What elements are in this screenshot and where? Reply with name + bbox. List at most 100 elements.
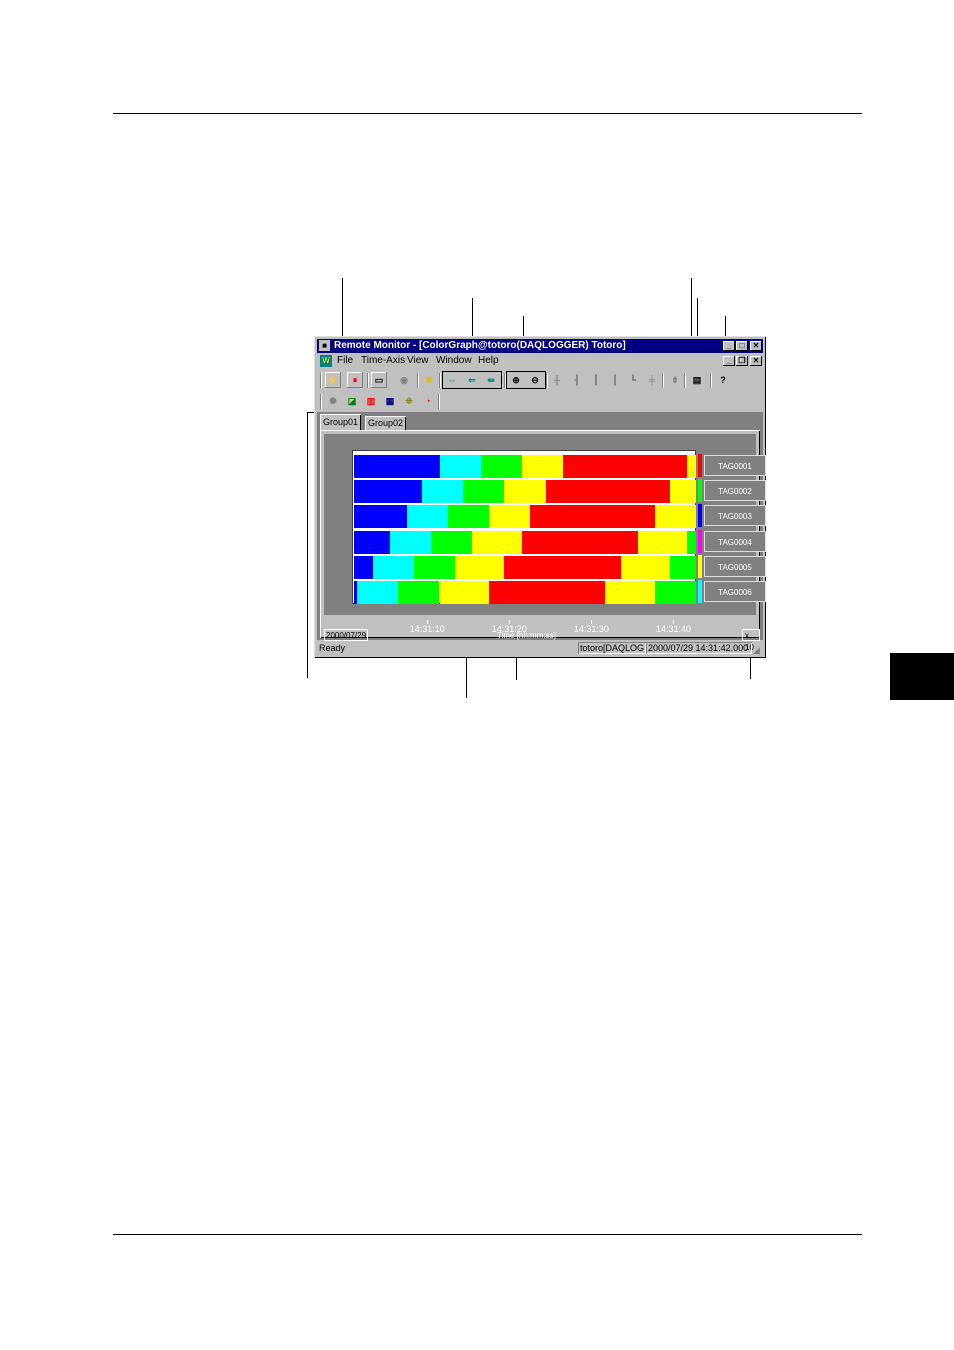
minimize-button[interactable]: _ bbox=[723, 341, 735, 351]
graph-area: TAG0001 TAG0002 TAG0003 TAG0004 TAG0005 TAG00… bbox=[324, 434, 766, 634]
graph-row bbox=[354, 555, 696, 579]
tag-label[interactable]: TAG0001 bbox=[704, 455, 766, 476]
zoom-out-icon[interactable]: ⊖ bbox=[527, 372, 543, 388]
scroll-icon[interactable]: ⇟ bbox=[667, 372, 683, 388]
top-rule bbox=[113, 113, 862, 114]
color-band bbox=[489, 581, 606, 604]
tab-group01[interactable]: Group01 bbox=[320, 414, 362, 430]
color-band bbox=[354, 555, 373, 579]
color-band bbox=[521, 455, 563, 478]
color-graph-icon[interactable]: ▥ bbox=[363, 393, 379, 409]
time-axis-3-icon[interactable]: ⇚ bbox=[483, 372, 499, 388]
graph-row bbox=[354, 455, 696, 478]
color-band bbox=[562, 455, 688, 478]
menu-help[interactable]: Help bbox=[478, 354, 499, 368]
leader-line bbox=[307, 412, 308, 678]
color-band bbox=[439, 581, 490, 604]
status-datetime: 2000/07/29 14:31:42.000 bbox=[646, 642, 752, 654]
color-band bbox=[504, 555, 621, 579]
color-band bbox=[354, 480, 423, 504]
color-band bbox=[620, 555, 671, 579]
toolbar-separator bbox=[546, 373, 548, 388]
settings-icon[interactable]: ◉ bbox=[396, 372, 412, 388]
color-band bbox=[605, 581, 655, 604]
toolbar-separator bbox=[710, 373, 712, 388]
cursor-5-icon[interactable]: ┗ bbox=[625, 372, 641, 388]
title-bar[interactable]: ■ Remote Monitor - [ColorGraph@totoro(DA… bbox=[317, 339, 763, 353]
color-band bbox=[687, 455, 696, 478]
cursor-2-icon[interactable]: ┨ bbox=[569, 372, 585, 388]
client-area: Group01 Group02 TAG0001 TAG0002 TAG0003 TAG… bbox=[317, 412, 766, 652]
cursor-4-icon[interactable]: ┃ bbox=[607, 372, 623, 388]
color-band bbox=[439, 455, 481, 478]
meter-icon[interactable]: ◔ bbox=[420, 393, 436, 409]
help-icon[interactable]: ? bbox=[715, 372, 731, 388]
time-axis-1-icon[interactable]: ⇔ bbox=[444, 372, 460, 388]
tag-label[interactable]: TAG0006 bbox=[704, 581, 766, 602]
toolbar-separator bbox=[438, 394, 440, 409]
tag-label[interactable]: TAG0003 bbox=[704, 505, 766, 527]
color-band bbox=[422, 480, 464, 504]
zoom-in-icon[interactable]: ⊕ bbox=[508, 372, 524, 388]
cursor-6-icon[interactable]: ╪ bbox=[644, 372, 660, 388]
toolbar-separator bbox=[439, 373, 441, 388]
color-band bbox=[354, 455, 440, 478]
tab-group02[interactable]: Group02 bbox=[365, 416, 407, 430]
close-button[interactable]: ✕ bbox=[750, 341, 762, 351]
color-band bbox=[354, 530, 390, 554]
cursor-1-icon[interactable]: ╫ bbox=[549, 372, 565, 388]
document-icon[interactable]: W bbox=[320, 355, 332, 367]
window-title: Remote Monitor - [ColorGraph@totoro(DAQL… bbox=[334, 340, 626, 351]
tag-color-marker bbox=[698, 554, 702, 578]
color-band bbox=[670, 555, 696, 579]
main-toolbar: ⚡ ⏸ ▭ ◉ ✸ ⇔ ⇐ ⇚ ⊕ ⊖ ╫ ┨ ┃ ┃ ┗ ╪ ⇟ ▤? bbox=[317, 370, 763, 390]
toolbar-separator bbox=[367, 373, 369, 388]
trend-graph-icon[interactable]: ◪ bbox=[344, 393, 360, 409]
menu-file[interactable]: File bbox=[337, 354, 353, 368]
color-band bbox=[489, 505, 531, 529]
color-band bbox=[372, 555, 414, 579]
print-icon[interactable]: ▤ bbox=[689, 372, 705, 388]
menu-window[interactable]: Window bbox=[436, 354, 472, 368]
section-tab-marker bbox=[890, 653, 954, 700]
color-band bbox=[670, 480, 696, 504]
time-axis-2-icon[interactable]: ⇐ bbox=[464, 372, 480, 388]
color-band bbox=[463, 480, 505, 504]
stop-icon[interactable]: ⏸ bbox=[347, 372, 363, 388]
burst-icon[interactable]: ✸ bbox=[421, 372, 437, 388]
color-band bbox=[480, 455, 522, 478]
start-icon[interactable]: ⚡ bbox=[325, 372, 341, 388]
maximize-button[interactable]: □ bbox=[736, 341, 748, 351]
tag-label[interactable]: TAG0002 bbox=[704, 480, 766, 502]
tag-label[interactable]: TAG0005 bbox=[704, 555, 766, 577]
resize-grip-icon[interactable]: ◢ bbox=[753, 643, 760, 657]
scale-factor: x 10 bbox=[742, 629, 760, 652]
view-toolbar: ✺ ◪ ▥ ▦ ⁜ ◔ bbox=[317, 391, 763, 411]
overview-icon[interactable]: ⁜ bbox=[401, 393, 417, 409]
x-tick-label: 14:31:40 bbox=[655, 624, 691, 634]
mdi-restore-button[interactable]: ❐ bbox=[736, 356, 748, 366]
tag-color-marker bbox=[698, 479, 702, 503]
alarm-icon[interactable]: ▭ bbox=[371, 372, 387, 388]
toolbar-separator bbox=[417, 373, 419, 388]
tag-color-marker bbox=[698, 529, 702, 553]
color-band bbox=[407, 505, 449, 529]
mdi-close-button[interactable]: ✕ bbox=[750, 356, 762, 366]
menu-time-axis[interactable]: Time-Axis bbox=[361, 354, 405, 368]
tag-label[interactable]: TAG0004 bbox=[704, 530, 766, 552]
digital-icon[interactable]: ▦ bbox=[382, 393, 398, 409]
tag-color-marker bbox=[698, 454, 702, 477]
color-band bbox=[530, 505, 655, 529]
color-band bbox=[448, 505, 490, 529]
color-graph-panel: TAG0001 TAG0002 TAG0003 TAG0004 TAG0005 TAG00… bbox=[320, 430, 766, 652]
menu-view[interactable]: View bbox=[407, 354, 429, 368]
color-band bbox=[357, 581, 399, 604]
x-axis-label: Time [hh:mm:ss] bbox=[496, 631, 556, 640]
color-band bbox=[545, 480, 671, 504]
gear-icon[interactable]: ✺ bbox=[325, 393, 341, 409]
mdi-minimize-button[interactable]: _ bbox=[723, 356, 735, 366]
cursor-3-icon[interactable]: ┃ bbox=[588, 372, 604, 388]
menu-bar: W File Time-Axis View Window Help _ ❐ ✕ bbox=[317, 354, 763, 368]
computer-icon[interactable]: ■ bbox=[319, 340, 330, 351]
color-graph-plot[interactable] bbox=[352, 450, 696, 604]
